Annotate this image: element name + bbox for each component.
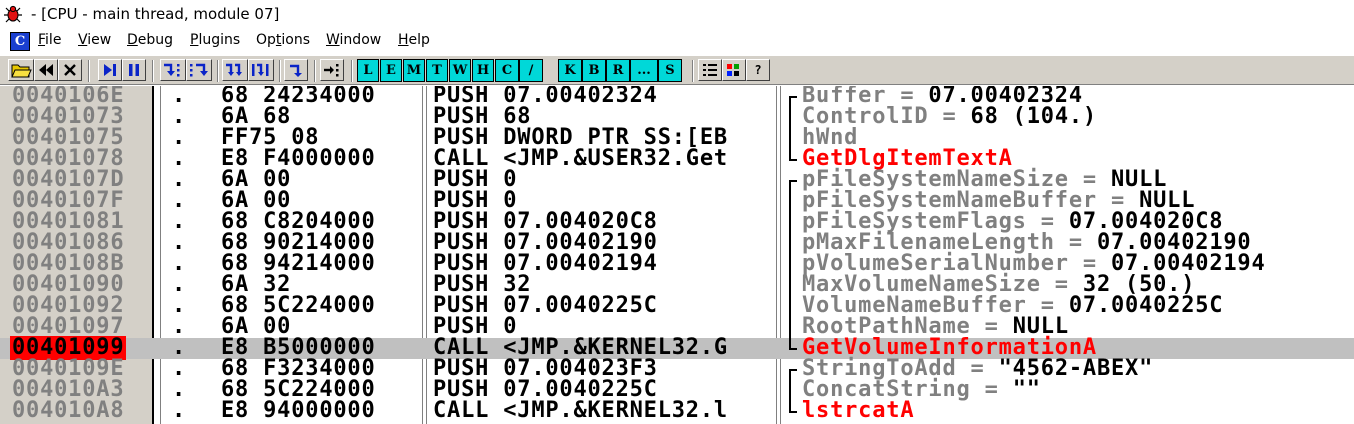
menu-help[interactable]: Help <box>398 32 430 48</box>
run-icon[interactable] <box>98 59 122 81</box>
argument-bracket <box>786 170 798 191</box>
argument-bracket <box>786 149 798 170</box>
open-icon[interactable] <box>8 59 34 81</box>
argument-bracket <box>786 254 798 275</box>
toolbar-separator <box>279 60 281 82</box>
toolbar-separator <box>351 60 353 82</box>
argument-bracket <box>786 296 798 317</box>
toolbar: L E M T W H C / K B R ... S ? <box>0 55 1354 85</box>
argument-bracket <box>786 212 798 233</box>
step-into-icon[interactable] <box>160 59 186 81</box>
menu-debug[interactable]: Debug <box>127 32 173 48</box>
menu-window[interactable]: Window <box>326 32 381 48</box>
ollydbg-bug-icon <box>4 5 22 23</box>
toolbar-breakpoints-button[interactable]: B <box>582 59 606 82</box>
pause-icon[interactable] <box>122 59 146 81</box>
toolbar-memory-button[interactable]: M <box>403 59 425 82</box>
code-row[interactable]: 00401092. 68 5C224000 PUSH 07.0040225C Volu… <box>0 293 1354 318</box>
disassembly-pane[interactable]: 0040106E. 68 24234000 PUSH 07.00402324 Buff… <box>0 86 1354 424</box>
menu-bar: C File View Debug Plugins Options Window… <box>0 30 1354 54</box>
toolbar-call-stack-button[interactable]: K <box>558 59 582 82</box>
comment-cell: lstrcatA <box>802 399 914 423</box>
step-over-icon[interactable] <box>186 59 212 81</box>
argument-bracket <box>786 401 798 422</box>
toolbar-threads-button[interactable]: T <box>426 59 448 82</box>
toolbar-patches-button[interactable]: / <box>519 59 543 82</box>
toolbar-handles-button[interactable]: H <box>472 59 494 82</box>
argument-bracket <box>786 233 798 254</box>
argument-bracket <box>786 275 798 296</box>
argument-value: 07.0040225C <box>1068 293 1224 318</box>
execute-till-return-icon[interactable] <box>284 59 308 81</box>
menu-file[interactable]: File <box>38 32 61 48</box>
menu-view[interactable]: View <box>78 32 111 48</box>
trace-into-icon[interactable] <box>222 59 248 81</box>
list-icon[interactable] <box>698 59 722 81</box>
code-row[interactable]: 004010A8. E8 94000000 CALL <JMP.&KERNEL32.… <box>0 398 1354 423</box>
argument-bracket <box>786 191 798 212</box>
close-icon[interactable] <box>58 59 82 81</box>
toolbar-separator <box>217 60 219 82</box>
argument-bracket <box>786 359 798 380</box>
toolbar-separator <box>314 60 316 82</box>
argument-value: "" <box>1012 377 1041 402</box>
argument-bracket <box>786 128 798 149</box>
toolbar-windows-button[interactable]: W <box>449 59 471 82</box>
hex-dump-cell: E8 94000000 <box>221 398 376 423</box>
help-icon[interactable]: ? <box>746 59 770 81</box>
toolbar-executables-button[interactable]: E <box>380 59 402 82</box>
menu-plugins[interactable]: Plugins <box>190 32 240 48</box>
toolbar-run-trace-button[interactable]: ... <box>630 59 658 82</box>
code-row[interactable]: 0040109E. 68 F3234000 PUSH 07.004023F3 Stri… <box>0 357 1354 381</box>
toolbar-source-button[interactable]: S <box>658 59 682 82</box>
toolbar-separator <box>152 60 154 82</box>
toolbar-separator <box>88 60 90 82</box>
api-function-name: lstrcatA <box>802 398 915 423</box>
argument-value: 68 (104.) <box>970 104 1097 129</box>
argument-bracket <box>786 338 798 359</box>
disassembly-cell: CALL <JMP.&KERNEL32.l <box>433 398 728 423</box>
restart-icon[interactable] <box>34 59 58 81</box>
grid-icon[interactable] <box>722 59 746 81</box>
cpu-window-icon[interactable]: C <box>10 32 30 51</box>
code-row[interactable]: 0040106E. 68 24234000 PUSH 07.00402324 Buff… <box>0 86 1354 108</box>
argument-bracket <box>786 380 798 401</box>
argument-bracket <box>786 86 798 107</box>
trace-over-icon[interactable] <box>248 59 274 81</box>
menu-options[interactable]: Options <box>256 32 310 48</box>
go-to-origin-icon[interactable] <box>320 59 344 81</box>
window-title: - [CPU - main thread, module 07] <box>31 5 280 23</box>
address-cell: 004010A8 <box>12 398 125 423</box>
toolbar-references-button[interactable]: R <box>606 59 630 82</box>
title-bar: - [CPU - main thread, module 07] <box>0 0 1354 30</box>
toolbar-cpu-button[interactable]: C <box>495 59 519 82</box>
jump-mark-cell: . <box>172 398 187 423</box>
toolbar-log-button[interactable]: L <box>357 59 379 82</box>
argument-bracket <box>786 317 798 338</box>
toolbar-separator <box>692 60 694 82</box>
argument-bracket <box>786 107 798 128</box>
